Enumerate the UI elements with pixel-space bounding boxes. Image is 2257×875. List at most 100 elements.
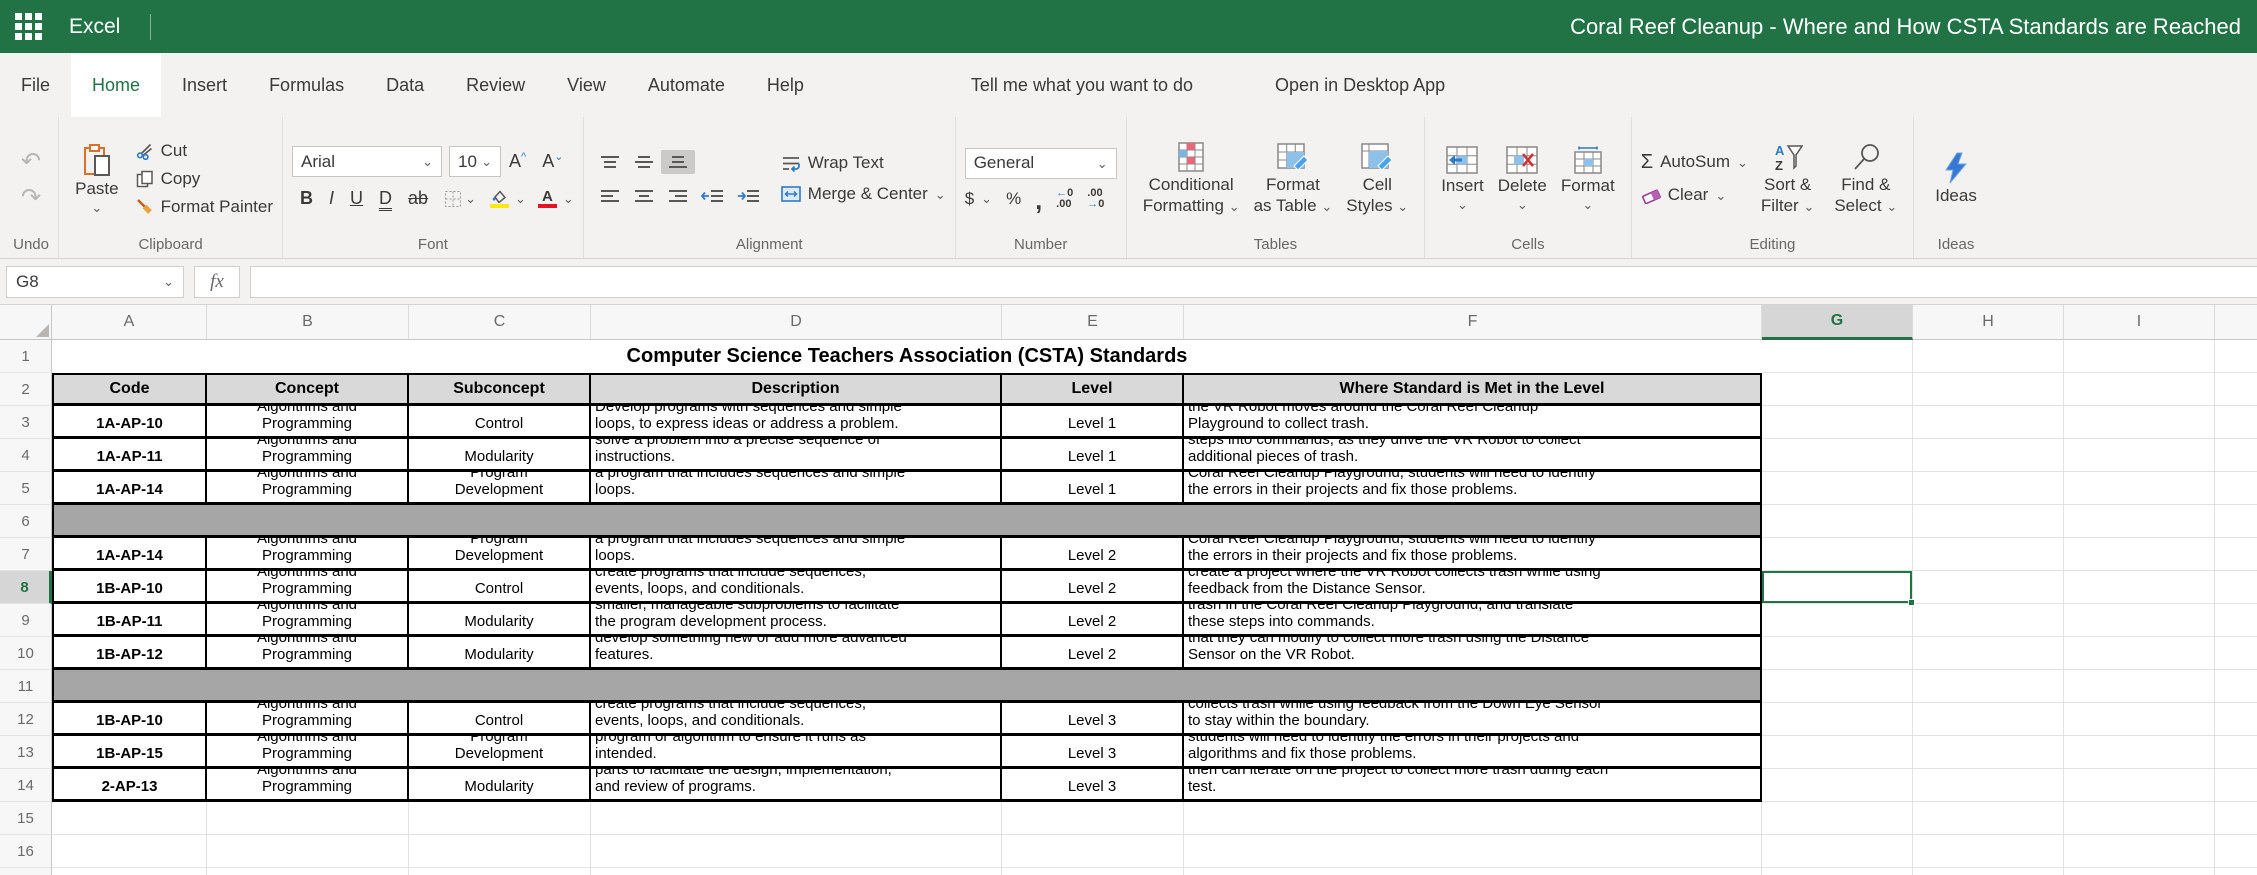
redo-icon[interactable]: ↷ <box>21 185 41 209</box>
tab-automate[interactable]: Automate <box>627 53 746 117</box>
cell-B17[interactable] <box>207 868 409 875</box>
cell-I11[interactable] <box>2064 670 2215 703</box>
cell-I15[interactable] <box>2064 802 2215 835</box>
row-header-5[interactable]: 5 <box>0 472 52 505</box>
cell-I1[interactable] <box>2064 340 2215 373</box>
sheet-title-cell[interactable]: Computer Science Teachers Association (C… <box>52 340 1762 373</box>
cell-G14[interactable] <box>1762 769 1913 802</box>
cell-B16[interactable] <box>207 835 409 868</box>
font-name-select[interactable]: Arial ⌄ <box>292 146 442 177</box>
table-header-code[interactable]: Code <box>52 373 207 406</box>
cell-G6[interactable] <box>1762 505 1913 538</box>
cell-G10[interactable] <box>1762 637 1913 670</box>
cell-G9[interactable] <box>1762 604 1913 637</box>
row-header-9[interactable]: 9 <box>0 604 52 637</box>
cell-A9[interactable]: 1B-AP-11 <box>52 604 207 637</box>
table-header-where-standard-met[interactable]: Where Standard is Met in the Level <box>1184 373 1762 406</box>
cell-D7[interactable]: a program that includes sequences and si… <box>591 538 1002 571</box>
cell-E4[interactable]: Level 1 <box>1002 439 1184 472</box>
currency-format-button[interactable]: $ ⌄ <box>965 189 992 209</box>
cell-C4[interactable]: Modularity <box>409 439 591 472</box>
cell-I16[interactable] <box>2064 835 2215 868</box>
cell-F14[interactable]: then can iterate on the project to colle… <box>1184 769 1762 802</box>
cell-I13[interactable] <box>2064 736 2215 769</box>
column-header-F[interactable]: F <box>1184 305 1762 340</box>
find-select-button[interactable]: Find & Select ⌄ <box>1827 142 1904 216</box>
cell-B5[interactable]: Algorithms andProgramming <box>207 472 409 505</box>
delete-cells-button[interactable]: Delete ⌄ <box>1491 146 1554 211</box>
cell-H3[interactable] <box>1913 406 2064 439</box>
decrease-font-size-button[interactable]: A⌄ <box>534 149 571 174</box>
row-header-8[interactable]: 8 <box>0 571 52 604</box>
cell-C16[interactable] <box>409 835 591 868</box>
name-box[interactable]: G8 ⌄ <box>6 266 184 298</box>
formula-input[interactable] <box>250 266 2257 298</box>
row-header-17[interactable]: 17 <box>0 868 52 875</box>
cell-F12[interactable]: collects trash while using feedback from… <box>1184 703 1762 736</box>
middle-align-button[interactable] <box>627 150 661 174</box>
cell-D14[interactable]: parts to facilitate the design, implemen… <box>591 769 1002 802</box>
decrease-indent-button[interactable] <box>695 184 731 208</box>
cell-E8[interactable]: Level 2 <box>1002 571 1184 604</box>
cell-G16[interactable] <box>1762 835 1913 868</box>
percent-format-button[interactable]: % <box>1006 189 1021 209</box>
cell-I10[interactable] <box>2064 637 2215 670</box>
cell-G15[interactable] <box>1762 802 1913 835</box>
autosum-button[interactable]: Σ AutoSum ⌄ <box>1641 152 1748 172</box>
separator-row-11[interactable] <box>52 670 1762 703</box>
format-as-table-button[interactable]: Format as Table ⌄ <box>1247 142 1340 216</box>
cell-I17[interactable] <box>2064 868 2215 875</box>
cell-A3[interactable]: 1A-AP-10 <box>52 406 207 439</box>
tab-data[interactable]: Data <box>365 53 445 117</box>
tab-review[interactable]: Review <box>445 53 546 117</box>
bottom-align-button[interactable] <box>661 150 695 174</box>
cell-C5[interactable]: ProgramDevelopment <box>409 472 591 505</box>
cell-I4[interactable] <box>2064 439 2215 472</box>
cell-C17[interactable] <box>409 868 591 875</box>
cell-C3[interactable]: Control <box>409 406 591 439</box>
copy-button[interactable]: Copy <box>136 169 273 189</box>
cell-F17[interactable] <box>1184 868 1762 875</box>
cell-C13[interactable]: ProgramDevelopment <box>409 736 591 769</box>
cell-H13[interactable] <box>1913 736 2064 769</box>
cell-I6[interactable] <box>2064 505 2215 538</box>
cell-D8[interactable]: create programs that include sequences,e… <box>591 571 1002 604</box>
cell-A13[interactable]: 1B-AP-15 <box>52 736 207 769</box>
tab-home[interactable]: Home <box>71 53 161 117</box>
cell-F8[interactable]: create a project where the VR Robot coll… <box>1184 571 1762 604</box>
top-align-button[interactable] <box>593 150 627 174</box>
fx-icon[interactable]: fx <box>194 266 240 298</box>
row-header-13[interactable]: 13 <box>0 736 52 769</box>
row-header-12[interactable]: 12 <box>0 703 52 736</box>
cell-H11[interactable] <box>1913 670 2064 703</box>
align-center-button[interactable] <box>627 184 661 208</box>
cell-G5[interactable] <box>1762 472 1913 505</box>
cell-E16[interactable] <box>1002 835 1184 868</box>
cell-G3[interactable] <box>1762 406 1913 439</box>
double-underline-button[interactable]: D <box>379 188 392 211</box>
underline-button[interactable]: U <box>342 186 371 211</box>
column-header-E[interactable]: E <box>1002 305 1184 340</box>
cell-I8[interactable] <box>2064 571 2215 604</box>
cell-G12[interactable] <box>1762 703 1913 736</box>
cell-D5[interactable]: a program that includes sequences and si… <box>591 472 1002 505</box>
cell-D9[interactable]: smaller, manageable subproblems to facil… <box>591 604 1002 637</box>
cell-E7[interactable]: Level 2 <box>1002 538 1184 571</box>
cell-H9[interactable] <box>1913 604 2064 637</box>
align-left-button[interactable] <box>593 184 627 208</box>
table-header-description[interactable]: Description <box>591 373 1002 406</box>
conditional-formatting-button[interactable]: Conditional Formatting ⌄ <box>1136 142 1247 216</box>
cell-D15[interactable] <box>591 802 1002 835</box>
cell-G7[interactable] <box>1762 538 1913 571</box>
cell-E9[interactable]: Level 2 <box>1002 604 1184 637</box>
cell-H16[interactable] <box>1913 835 2064 868</box>
cell-I3[interactable] <box>2064 406 2215 439</box>
column-header-D[interactable]: D <box>591 305 1002 340</box>
cell-C10[interactable]: Modularity <box>409 637 591 670</box>
paste-button[interactable]: Paste ⌄ <box>68 144 125 214</box>
comma-format-button[interactable]: , <box>1035 188 1042 209</box>
cell-G13[interactable] <box>1762 736 1913 769</box>
cell-H7[interactable] <box>1913 538 2064 571</box>
ideas-button[interactable]: Ideas <box>1923 152 1989 206</box>
cell-H12[interactable] <box>1913 703 2064 736</box>
